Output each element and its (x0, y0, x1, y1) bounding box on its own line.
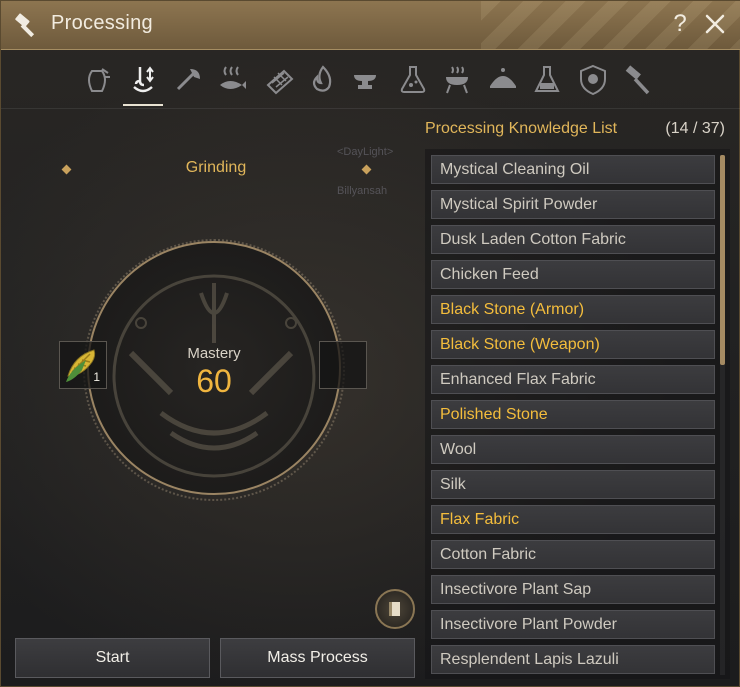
heating-icon (312, 65, 332, 92)
category-ornament-right (361, 164, 372, 175)
tab-alchemy-stone[interactable] (525, 58, 569, 102)
knowledge-list-item[interactable]: Wool (431, 435, 715, 464)
knowledge-list-item[interactable]: Black Stone (Armor) (431, 295, 715, 324)
tab-guild[interactable] (571, 58, 615, 102)
knowledge-list-item[interactable]: Silk (431, 470, 715, 499)
shaking-icon (88, 68, 110, 92)
tab-shaking[interactable] (77, 58, 121, 102)
tab-smithing[interactable] (345, 58, 389, 102)
grinding-icon (133, 66, 154, 93)
knowledge-list-item[interactable]: Enhanced Flax Fabric (431, 365, 715, 394)
tab-simple-alchemy[interactable] (391, 58, 435, 102)
knowledge-list-item[interactable]: Polished Stone (431, 400, 715, 429)
tab-grinding[interactable] (121, 58, 165, 106)
drying-icon (220, 66, 246, 89)
recipe-book-button[interactable] (375, 589, 415, 629)
alchemy-stone-icon (534, 66, 560, 92)
knowledge-list-item[interactable]: Resplendent Lapis Lazuli (431, 645, 715, 674)
knowledge-list-item[interactable]: Mystical Spirit Powder (431, 190, 715, 219)
alchemy-flask-icon (400, 66, 426, 93)
tab-drying[interactable] (211, 58, 255, 102)
mass-process-button[interactable]: Mass Process (220, 638, 415, 678)
window-title: Processing (51, 12, 153, 34)
close-icon[interactable] (701, 10, 729, 38)
tab-filtering[interactable] (257, 58, 301, 102)
processing-window: <DayLight> Billyansah Processing ? Grind… (0, 0, 740, 687)
knowledge-list-item[interactable]: Chicken Feed (431, 260, 715, 289)
guild-crest-icon (580, 64, 606, 96)
background-guild-tag: <DayLight> (337, 146, 394, 158)
knowledge-list-count: (14 / 37) (665, 120, 725, 137)
knowledge-list-item[interactable]: Black Stone (Weapon) (431, 330, 715, 359)
book-icon (389, 602, 400, 616)
hammer-icon (625, 65, 650, 95)
knowledge-list-item[interactable]: Dusk Laden Cotton Fabric (431, 225, 715, 254)
category-ornament-left (61, 164, 72, 175)
start-button[interactable]: Start (15, 638, 210, 678)
title-bar[interactable]: Processing ? (1, 1, 740, 50)
tab-chopping[interactable] (167, 58, 211, 102)
tab-imperial-cooking[interactable] (481, 58, 525, 102)
tab-cooking[interactable] (435, 58, 479, 102)
background-player-name: Billyansah (337, 185, 388, 197)
tab-repair[interactable] (615, 58, 659, 102)
hammer-icon (15, 13, 35, 38)
output-result-slot[interactable] (319, 341, 367, 389)
cooking-dish-icon (490, 68, 516, 88)
tab-heating[interactable] (301, 58, 345, 102)
knowledge-list-item[interactable]: Insectivore Plant Sap (431, 575, 715, 604)
knowledge-list-item[interactable]: Insectivore Plant Powder (431, 610, 715, 639)
processing-category-title: Grinding (185, 159, 247, 176)
processing-type-toolbar (1, 50, 740, 109)
knowledge-list-title: Processing Knowledge List (425, 120, 618, 137)
grill-icon (446, 66, 468, 94)
mastery-label: Mastery (187, 345, 241, 362)
input-material-slot[interactable]: 1 (59, 341, 107, 389)
knowledge-list-item[interactable]: Cotton Fabric (431, 540, 715, 569)
knowledge-list-item[interactable]: Mystical Cleaning Oil (431, 155, 715, 184)
filtering-icon (266, 69, 294, 95)
help-button[interactable]: ? (668, 10, 692, 38)
knowledge-list-item[interactable]: Flax Fabric (431, 505, 715, 534)
knowledge-list-scrollbar-thumb[interactable] (720, 155, 725, 365)
anvil-icon (354, 75, 376, 89)
chopping-icon (176, 69, 200, 91)
mastery-value: 60 (196, 363, 232, 399)
input-material-count: 1 (93, 370, 100, 384)
